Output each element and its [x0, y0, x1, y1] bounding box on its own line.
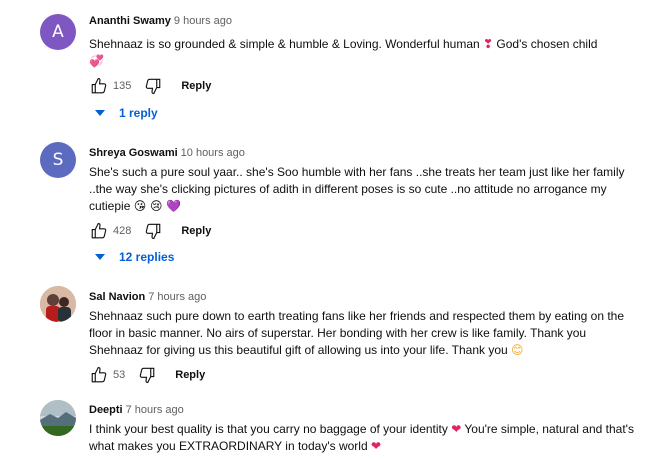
heart-exclamation-emoji: ❣ [483, 37, 494, 51]
reply-button[interactable]: Reply [181, 225, 211, 237]
comment-time[interactable]: 9 hours ago [174, 15, 232, 27]
avatar-letter: S [52, 150, 64, 170]
like-button[interactable] [89, 365, 109, 385]
comment-header: Deepti 7 hours ago [89, 403, 634, 417]
comment-actions: 428 Reply [89, 220, 211, 242]
thumbs-up-icon [91, 77, 107, 94]
comment-text-segment: God's chosen child [493, 37, 598, 51]
landscape-photo-icon [40, 400, 76, 436]
dislike-button[interactable] [143, 221, 163, 241]
comment-text-segment: Shehnaaz such pure down to earth treatin… [89, 309, 625, 357]
reply-button[interactable]: Reply [181, 80, 211, 92]
avatar[interactable]: S [40, 142, 76, 178]
comment-author[interactable]: Ananthi Swamy [89, 15, 171, 27]
thumbs-down-icon [139, 367, 155, 384]
thumbs-up-icon [91, 366, 107, 383]
comment-time[interactable]: 7 hours ago [126, 404, 184, 416]
avatar-letter: A [52, 22, 64, 42]
avatar[interactable]: A [40, 14, 76, 50]
comment-author[interactable]: Deepti [89, 404, 123, 416]
comment-text: I think your best quality is that you ca… [89, 421, 634, 455]
red-heart-emoji: ❤ [451, 422, 462, 436]
red-heart-emoji: ❤ [370, 439, 382, 453]
replies-count: 1 reply [119, 106, 158, 120]
comment-text: Shehnaaz is so grounded & simple & humbl… [89, 36, 634, 70]
comment-time[interactable]: 7 hours ago [148, 291, 206, 303]
comment-actions: 53 Reply [89, 364, 205, 386]
emoji-group: 😘 😢 💜 [133, 199, 182, 213]
comment-header: Sal Navion 7 hours ago [89, 290, 634, 304]
comment-actions: 135 Reply [89, 75, 211, 97]
comment-text-segment: Shehnaaz is so grounded & simple & humbl… [89, 37, 484, 51]
smiling-face-emoji: 😊 [511, 343, 524, 357]
comment-header: Ananthi Swamy 9 hours ago [89, 14, 634, 28]
view-replies-button[interactable]: 12 replies [95, 250, 174, 264]
dislike-button[interactable] [143, 76, 163, 96]
comment-text: Shehnaaz such pure down to earth treatin… [89, 308, 634, 359]
avatar[interactable] [40, 400, 76, 436]
chevron-down-icon [95, 108, 105, 118]
like-count: 135 [113, 80, 132, 92]
thumbs-down-icon [146, 223, 161, 240]
thumbs-down-icon [146, 78, 161, 95]
like-button[interactable] [89, 76, 109, 96]
replies-count: 12 replies [119, 250, 175, 264]
avatar[interactable] [40, 286, 76, 322]
comment-author[interactable]: Shreya Goswami [89, 147, 178, 159]
thumbs-up-icon [91, 222, 107, 239]
like-count: 53 [113, 369, 126, 381]
dislike-button[interactable] [137, 365, 157, 385]
view-replies-button[interactable]: 1 reply [95, 106, 158, 120]
like-button[interactable] [89, 221, 109, 241]
comment-time[interactable]: 10 hours ago [181, 147, 245, 159]
reply-button[interactable]: Reply [175, 369, 205, 381]
comment-header: Shreya Goswami 10 hours ago [89, 146, 634, 160]
comment-text: She's such a pure soul yaar.. she's Soo … [89, 164, 634, 215]
revolving-hearts-emoji: 💞 [89, 54, 104, 68]
comment-author[interactable]: Sal Navion [89, 291, 145, 303]
like-count: 428 [113, 225, 132, 237]
comment-text-segment: I think your best quality is that you ca… [89, 422, 452, 436]
profile-photo-icon [40, 286, 76, 322]
chevron-down-icon [95, 252, 105, 262]
